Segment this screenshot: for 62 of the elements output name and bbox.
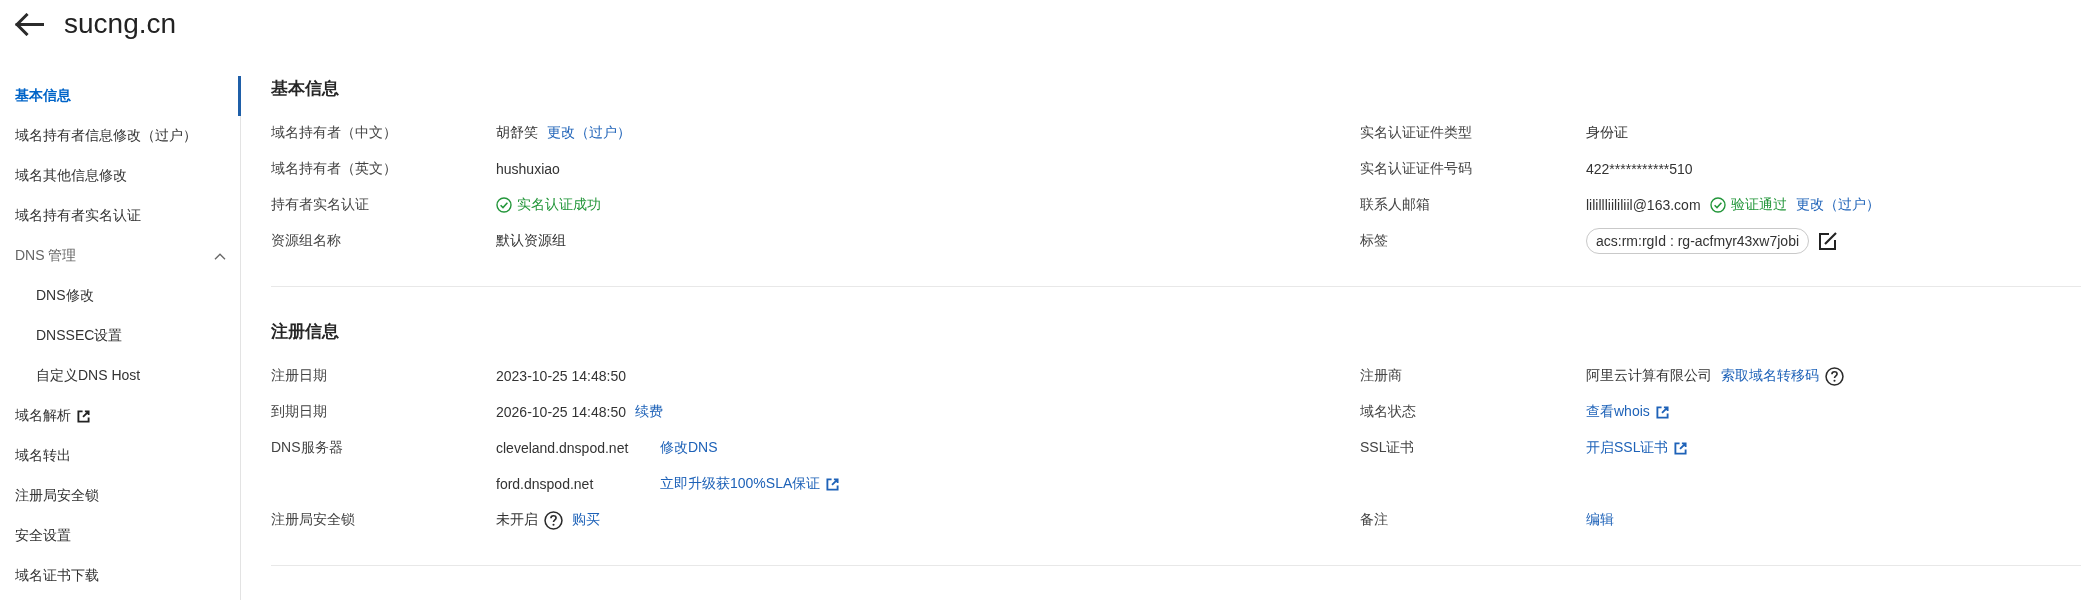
sidebar-item[interactable]: 域名持有者实名认证 (0, 196, 241, 236)
sidebar-subitem[interactable]: DNSSEC设置 (0, 316, 241, 356)
sidebar-group[interactable]: DNS 管理 (0, 236, 241, 276)
field-value: 阿里云计算有限公司 (1586, 367, 1712, 385)
field-label: 域名状态 (1360, 403, 1416, 419)
edit-icon[interactable] (1818, 231, 1839, 251)
field-label: 到期日期 (271, 403, 327, 419)
status-text: 验证通过 (1730, 196, 1787, 214)
field-label: 标签 (1360, 232, 1388, 248)
field-value: 身份证 (1586, 124, 1628, 142)
server-name: ford.dnspod.net (496, 476, 595, 492)
help-icon[interactable] (544, 510, 563, 530)
section-title: 基本信息 (271, 78, 340, 100)
field-value: 2026-10-25 14:48:50 (496, 404, 626, 420)
sidebar-item[interactable]: 域名证书下载 (0, 556, 241, 596)
section-title: 注册信息 (271, 321, 340, 343)
server-name: cleveland.dnspod.net (496, 440, 630, 456)
action-link[interactable]: 立即升级获100%SLA保证 (660, 475, 840, 493)
field-label: 实名认证证件号码 (1360, 160, 1472, 176)
field-label: 域名持有者（英文） (271, 160, 397, 176)
action-link[interactable]: 更改（过户） (1795, 196, 1880, 214)
field-label: 备注 (1360, 511, 1388, 527)
action-link[interactable]: 开启SSL证书 (1586, 439, 1688, 457)
sidebar-item[interactable]: 基本信息 (0, 76, 241, 116)
field-value: 胡舒笑 (496, 124, 538, 142)
field-label: 注册商 (1360, 367, 1402, 383)
field-value: lilillliililiil@163.com (1586, 197, 1701, 213)
sidebar-subitem[interactable]: 自定义DNS Host (0, 356, 241, 396)
field-value: hushuxiao (496, 161, 560, 177)
field-label: 注册局安全锁 (271, 511, 355, 527)
field-label: 注册日期 (271, 367, 327, 383)
status-text: 实名认证成功 (517, 196, 601, 214)
field-label: SSL证书 (1360, 439, 1415, 455)
check-circle-icon (1709, 197, 1726, 213)
field-value: 422***********510 (1586, 161, 1693, 177)
field-value: 未开启 (496, 511, 538, 529)
sidebar-subitem[interactable]: DNS修改 (0, 276, 241, 316)
field-label: 资源组名称 (271, 232, 341, 248)
action-link[interactable]: 修改DNS (660, 439, 718, 457)
sidebar-item[interactable]: 域名其他信息修改 (0, 156, 241, 196)
check-circle-icon (496, 197, 512, 213)
back-arrow-icon[interactable] (14, 12, 44, 36)
field-label: DNS服务器 (271, 439, 343, 455)
field-value: 默认资源组 (496, 232, 566, 250)
sidebar-item[interactable]: 安全设置 (0, 516, 241, 556)
action-link[interactable]: 购买 (572, 511, 600, 529)
field-value: 2023-10-25 14:48:50 (496, 368, 626, 384)
action-link[interactable]: 编辑 (1586, 511, 1614, 529)
sidebar-item[interactable]: 域名转出 (0, 436, 241, 476)
action-link[interactable]: 更改（过户） (547, 124, 631, 142)
sidebar-item[interactable]: 域名持有者信息修改（过户） (0, 116, 241, 156)
field-label: 联系人邮箱 (1360, 196, 1430, 212)
action-link[interactable]: 查看whois (1586, 403, 1669, 421)
help-icon[interactable] (1825, 366, 1844, 386)
field-label: 实名认证证件类型 (1360, 124, 1472, 140)
page-title: sucng.cn (64, 7, 177, 41)
action-link[interactable]: 续费 (635, 403, 663, 421)
sidebar-item[interactable]: 注册局安全锁 (0, 476, 241, 516)
sidebar-item[interactable]: 域名解析 (0, 396, 241, 436)
action-link[interactable]: 索取域名转移码 (1721, 367, 1819, 385)
field-label: 域名持有者（中文） (271, 124, 397, 140)
field-label: 持有者实名认证 (271, 196, 369, 212)
